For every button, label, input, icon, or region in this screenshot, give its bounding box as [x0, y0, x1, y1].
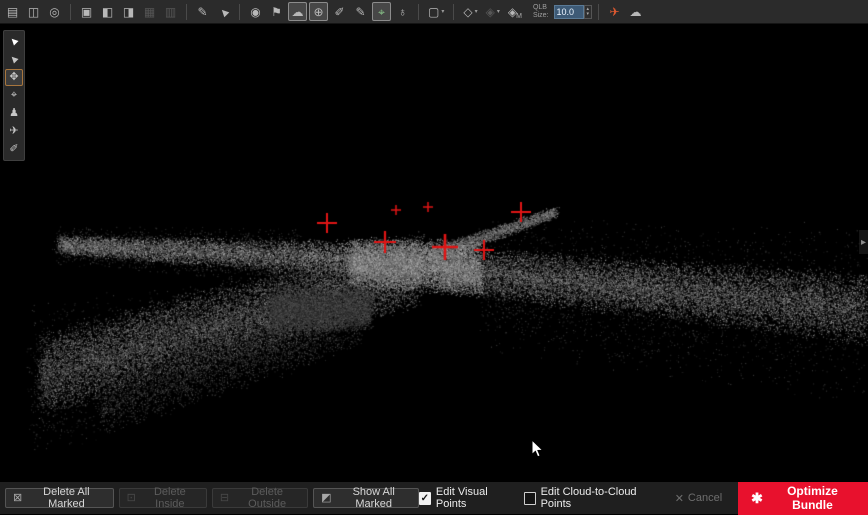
process-rocket-icon[interactable]: ✈: [605, 2, 624, 21]
mesh-panel-icon: ▦: [140, 2, 159, 21]
bounding-box-m-icon[interactable]: ◈M: [505, 2, 525, 21]
edit-visual-points-checkbox[interactable]: ✓ Edit Visual Points: [419, 486, 514, 510]
layout-panels-icon[interactable]: ◫: [24, 2, 43, 21]
camera-icon[interactable]: ▣: [77, 2, 96, 21]
delete-all-marked-icon: ⊠: [13, 493, 22, 504]
toolbar-separator: [239, 4, 240, 20]
panel-expand-handle[interactable]: ▸: [859, 230, 868, 254]
toolbar-separator: [418, 4, 419, 20]
optimize-bundle-icon: ✱: [751, 491, 763, 505]
measure-icon[interactable]: ✐: [330, 2, 349, 21]
cancel-label: Cancel: [688, 492, 722, 504]
show-all-marked-label: Show All Marked: [337, 486, 411, 510]
select-tool[interactable]: ▲: [5, 33, 23, 50]
map-panel-icon[interactable]: ◨: [119, 2, 138, 21]
cancel-button: ✕ Cancel: [669, 491, 728, 506]
delete-outside-icon: ⊟: [220, 493, 229, 504]
qlb-size-input-spinner[interactable]: ▴▾: [584, 5, 593, 19]
orbit-icon[interactable]: ◉: [246, 2, 265, 21]
bounding-box-icon-dropdown[interactable]: ▾: [475, 8, 478, 15]
photos-panel-icon[interactable]: ◧: [98, 2, 117, 21]
edit-cloud-to-cloud-box[interactable]: [524, 492, 536, 505]
delete-all-marked-label: Delete All Marked: [27, 486, 105, 510]
bounding-box-alt-icon-dropdown[interactable]: ▾: [497, 8, 500, 15]
tie-point-tool[interactable]: ⌖: [5, 87, 23, 104]
point-cloud-canvas[interactable]: [0, 24, 868, 481]
point-select-tool[interactable]: ▲: [5, 51, 23, 68]
toolbar-separator: [453, 4, 454, 20]
delete-outside-button: ⊟ Delete Outside: [212, 488, 308, 508]
move-tool[interactable]: ✥: [5, 69, 23, 86]
edit-cloud-to-cloud-label: Edit Cloud-to-Cloud Points: [541, 486, 659, 510]
edit-visual-points-label: Edit Visual Points: [436, 486, 514, 510]
optimize-bundle-button[interactable]: ✱ Optimize Bundle: [738, 482, 868, 515]
delete-outside-label: Delete Outside: [234, 486, 300, 510]
tags-icon[interactable]: ⚑: [267, 2, 286, 21]
report-panel-icon: ▥: [161, 2, 180, 21]
toolbar-separator: [598, 4, 599, 20]
toolbar-separator: [70, 4, 71, 20]
gcp-pin-icon[interactable]: ⌖: [372, 2, 391, 21]
qlb-size-input-group: ▴▾: [554, 4, 593, 20]
marked-actions-group: ⊠ Delete All Marked ⊡ Delete Inside ⊟ De…: [5, 488, 419, 508]
bottom-toolbar: ⊠ Delete All Marked ⊡ Delete Inside ⊟ De…: [0, 481, 868, 514]
delete-all-marked-button[interactable]: ⊠ Delete All Marked: [5, 488, 114, 508]
show-all-marked-icon: ◩: [321, 493, 331, 504]
cloud-process-icon[interactable]: ☁: [626, 2, 645, 21]
annotate-icon[interactable]: ✎: [351, 2, 370, 21]
cloud-upload-icon[interactable]: ▤: [3, 2, 22, 21]
navigate-tool[interactable]: ✈: [5, 123, 23, 140]
mouse-cursor: [531, 439, 544, 458]
edit-cloud-to-cloud-checkbox[interactable]: Edit Cloud-to-Cloud Points: [524, 486, 659, 510]
globe-icon[interactable]: ⊕: [309, 2, 328, 21]
qlb-size-label: QLBSize:: [533, 4, 549, 20]
optimize-bundle-label: Optimize Bundle: [770, 484, 855, 512]
show-all-marked-button[interactable]: ◩ Show All Marked: [313, 488, 419, 508]
left-toolbar: ▲▲✥⌖♟✈✐: [3, 30, 25, 161]
edit-visual-points-box[interactable]: ✓: [419, 492, 431, 505]
top-toolbar: ▤◫◎▣◧◨▦▥✎▲◉⚑☁⊕✐✎⌖♁▢▾◇▾◈▾◈MQLBSize:▴▾✈☁: [0, 0, 868, 24]
delete-inside-icon: ⊡: [127, 493, 136, 504]
clipping-box-icon-dropdown[interactable]: ▾: [441, 8, 444, 15]
point-cloud-icon[interactable]: ☁: [288, 2, 307, 21]
brush-tool[interactable]: ✐: [5, 141, 23, 158]
cancel-icon: ✕: [675, 492, 684, 505]
bundle-actions-group: ✓ Edit Visual Points Edit Cloud-to-Cloud…: [419, 482, 868, 514]
pointer-select-icon[interactable]: ▲: [214, 2, 233, 21]
zoom-extents-icon[interactable]: ◎: [45, 2, 64, 21]
camera-path-icon[interactable]: ♁: [393, 2, 412, 21]
street-view-tool[interactable]: ♟: [5, 105, 23, 122]
bounding-box-icon[interactable]: ◇▾: [460, 2, 480, 21]
delete-inside-label: Delete Inside: [141, 486, 199, 510]
draw-icon[interactable]: ✎: [193, 2, 212, 21]
bounding-box-alt-icon: ◈▾: [483, 2, 503, 21]
delete-inside-button: ⊡ Delete Inside: [119, 488, 207, 508]
viewport-3d: ▲▲✥⌖♟✈✐ ▸: [0, 24, 868, 481]
qlb-size-input[interactable]: [554, 5, 584, 19]
toolbar-separator: [186, 4, 187, 20]
clipping-box-icon[interactable]: ▢▾: [425, 2, 447, 21]
